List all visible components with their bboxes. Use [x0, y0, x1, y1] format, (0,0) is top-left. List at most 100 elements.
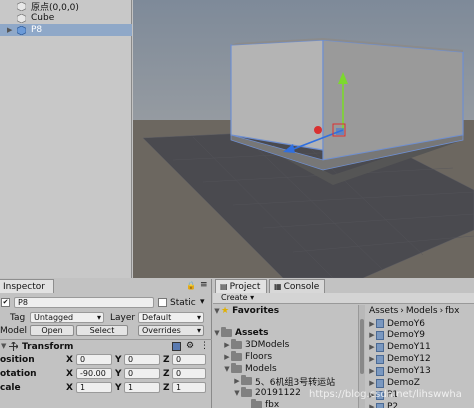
expand-arrow-icon[interactable]: ▶ [223, 353, 231, 361]
axis-y-label[interactable]: Y [115, 383, 122, 393]
tree-item-label: 5、6机组3号转运站 [255, 377, 336, 388]
scrollbar-thumb[interactable] [360, 319, 364, 374]
rotation-x-field[interactable]: -90.00 [76, 368, 112, 379]
expand-arrow-icon[interactable]: ▼ [213, 329, 221, 337]
tag-dropdown[interactable]: Untagged ▾ [30, 312, 104, 323]
static-checkbox[interactable] [158, 298, 167, 307]
tab-label: Project [229, 281, 261, 292]
tree-item-station[interactable]: ▶ 5、6机组3号转运站 [233, 375, 336, 388]
gizmo-x-handle-icon[interactable] [314, 126, 322, 134]
expand-arrow-icon[interactable]: ▼ [213, 307, 221, 315]
hierarchy-item-origin[interactable]: 原点(0,0,0) [0, 0, 132, 13]
menu-icon[interactable]: ≡ [200, 280, 208, 290]
axis-x-label[interactable]: X [66, 383, 73, 393]
layer-dropdown[interactable]: Default ▾ [138, 312, 204, 323]
breadcrumb-separator-icon: › [439, 306, 444, 316]
expand-arrow-icon[interactable]: ▶ [233, 377, 241, 385]
help-icon[interactable] [172, 342, 181, 351]
chevron-down-icon: ▾ [196, 313, 201, 322]
tab-inspector[interactable]: Inspector [0, 279, 54, 293]
expand-arrow-icon[interactable]: ▶ [368, 367, 376, 375]
expand-arrow-icon[interactable]: ▶ [368, 320, 376, 328]
more-icon[interactable]: ⋮ [200, 341, 209, 351]
axis-z-label[interactable]: Z [163, 355, 170, 365]
tree-item-label: fbx [265, 400, 280, 408]
folder-icon [241, 375, 252, 385]
breadcrumb-separator-icon: › [400, 306, 404, 316]
axis-z-label[interactable]: Z [163, 369, 170, 379]
hierarchy-item-p8[interactable]: ▶ P8 [0, 24, 132, 36]
hierarchy-item-label: 原点(0,0,0) [31, 2, 79, 13]
active-checkbox[interactable]: ✔ [1, 298, 10, 307]
expand-arrow-icon[interactable]: ▶ [368, 355, 376, 363]
tab-project[interactable]: ▤ Project [215, 279, 267, 293]
tree-item-floors[interactable]: ▶ Floors [223, 351, 272, 363]
file-item[interactable]: ▶ DemoZ [368, 377, 420, 389]
tree-item-assets[interactable]: ▼ Assets [213, 327, 268, 339]
position-x-field[interactable]: 0 [76, 354, 112, 365]
select-button[interactable]: Select [76, 325, 128, 336]
expand-arrow-icon[interactable]: ▶ [368, 379, 376, 387]
axis-y-label[interactable]: Y [115, 355, 122, 365]
collapse-arrow-icon[interactable]: ▼ [1, 342, 6, 350]
create-dropdown[interactable]: Create ▾ [221, 293, 254, 302]
tree-item-models[interactable]: ▼ Models [223, 363, 277, 375]
expand-arrow-icon[interactable]: ▶ [223, 341, 231, 349]
settings-icon[interactable]: ⚙ [186, 341, 194, 351]
rotation-y-field[interactable]: 0 [124, 368, 160, 379]
expand-arrow-icon[interactable]: ▶ [368, 403, 376, 408]
scale-z-field[interactable]: 1 [172, 382, 206, 393]
model-icon [376, 342, 384, 352]
tab-label: Inspector [3, 281, 45, 292]
tag-label: Tag [10, 313, 26, 323]
console-tab-icon: ▦ [274, 282, 282, 291]
position-z-field[interactable]: 0 [172, 354, 206, 365]
folder-icon [231, 351, 242, 361]
prefab-icon [17, 25, 26, 35]
tree-item-label: Favorites [232, 306, 280, 316]
breadcrumb-item[interactable]: Assets [369, 306, 398, 316]
expand-arrow-icon[interactable]: ▶ [368, 343, 376, 351]
static-dropdown-icon[interactable]: ▾ [200, 297, 205, 307]
scale-label: cale [0, 383, 21, 393]
gameobject-icon [17, 1, 26, 11]
gameobject-icon [17, 13, 26, 23]
scene-view[interactable] [133, 0, 474, 278]
model-icon [376, 378, 384, 388]
file-item[interactable]: ▶ DemoY13 [368, 365, 430, 377]
axis-z-label[interactable]: Z [163, 383, 170, 393]
tree-item-fbx[interactable]: fbx [243, 399, 279, 408]
tree-item-3dmodels[interactable]: ▶ 3DModels [223, 339, 289, 351]
axis-x-label[interactable]: X [66, 369, 73, 379]
breadcrumb-item[interactable]: fbx [445, 306, 459, 316]
scale-y-field[interactable]: 1 [124, 382, 160, 393]
axis-y-label[interactable]: Y [115, 369, 122, 379]
lock-icon[interactable]: 🔒 [186, 281, 196, 290]
overrides-dropdown[interactable]: Overrides ▾ [138, 325, 204, 336]
model-icon [376, 319, 384, 328]
expand-arrow-icon[interactable]: ▶ [368, 331, 376, 339]
file-item[interactable]: ▶ DemoY12 [368, 353, 430, 365]
tree-item-favorites[interactable]: ▼ ★ Favorites [213, 305, 279, 317]
model-label: Model [0, 326, 28, 336]
open-button[interactable]: Open [30, 325, 74, 336]
object-name-field[interactable]: P8 [14, 297, 154, 308]
expand-arrow-icon[interactable]: ▶ [7, 26, 12, 34]
expand-arrow-icon[interactable]: ▼ [233, 389, 241, 397]
watermark-text: https://blog.csdn.net/lihswwha [309, 389, 462, 400]
chevron-down-icon: ▾ [196, 326, 201, 335]
file-item[interactable]: ▶ P2 [368, 401, 398, 408]
file-item[interactable]: ▶ DemoY9 [368, 329, 425, 341]
file-item[interactable]: ▶ DemoY11 [368, 341, 430, 353]
position-y-field[interactable]: 0 [124, 354, 160, 365]
expand-arrow-icon[interactable]: ▼ [223, 365, 231, 373]
axis-x-label[interactable]: X [66, 355, 73, 365]
file-item[interactable]: ▶ DemoY6 [368, 319, 425, 328]
breadcrumb-item[interactable]: Models [406, 306, 438, 316]
tree-item-20191122[interactable]: ▼ 20191122 [233, 387, 301, 399]
file-label: DemoY9 [387, 330, 425, 340]
hierarchy-item-cube[interactable]: Cube [0, 12, 132, 24]
rotation-z-field[interactable]: 0 [172, 368, 206, 379]
scale-x-field[interactable]: 1 [76, 382, 112, 393]
tab-console[interactable]: ▦ Console [269, 279, 325, 293]
